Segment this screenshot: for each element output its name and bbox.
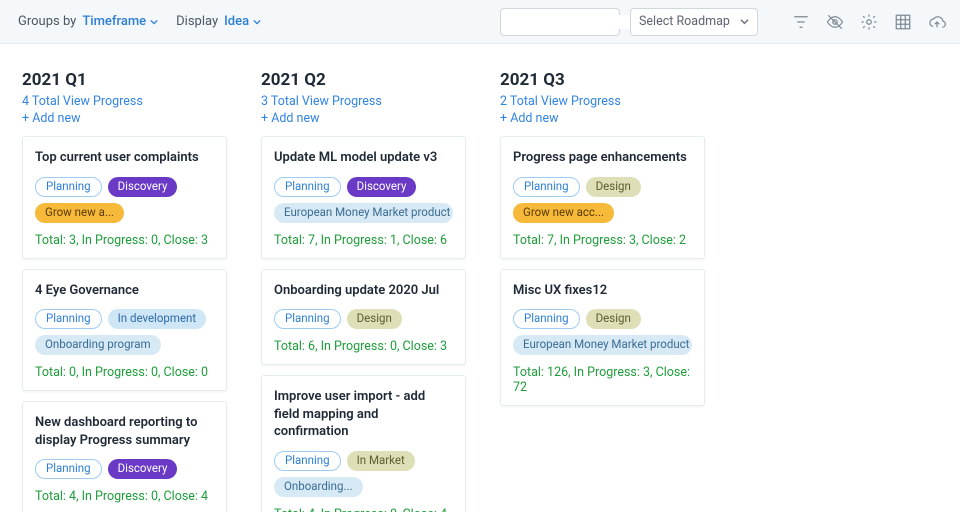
card-title: Onboarding update 2020 Jul — [274, 282, 453, 300]
tag[interactable]: Onboarding... — [274, 477, 363, 497]
column-meta: 3 Total View Progress — [261, 94, 466, 109]
card-tags: Planning Design — [274, 309, 453, 329]
tag[interactable]: Design — [347, 309, 402, 329]
topbar: Groups by Timeframe Display Idea Select … — [0, 0, 960, 44]
groups-by-value: Timeframe — [82, 14, 146, 29]
card-stats: Total: 7, In Progress: 3, Close: 2 — [513, 233, 692, 248]
search-box[interactable] — [500, 8, 620, 36]
column-meta: 4 Total View Progress — [22, 94, 227, 109]
board: 2021 Q1 4 Total View Progress + Add new Top… — [0, 44, 960, 512]
visibility-off-icon[interactable] — [826, 13, 844, 31]
card-title: 4 Eye Governance — [35, 282, 214, 300]
tag[interactable]: Discovery — [108, 177, 178, 197]
groups-by-control: Groups by Timeframe — [18, 14, 158, 29]
gear-icon[interactable] — [860, 13, 878, 31]
card-tags: Planning Discovery — [35, 459, 214, 479]
card-title: Update ML model update v3 — [274, 149, 453, 167]
card-tags: Planning Discovery Grow new a... — [35, 177, 214, 223]
display-label: Display — [176, 14, 218, 29]
card-tags: Planning In Market Onboarding... — [274, 451, 453, 497]
column: 2021 Q2 3 Total View Progress + Add new Upd… — [261, 70, 466, 512]
tag[interactable]: Grow new acc... — [513, 203, 614, 223]
tag[interactable]: In Market — [347, 451, 415, 471]
tag[interactable]: Design — [586, 309, 641, 329]
card[interactable]: Improve user import - add field mapping … — [261, 375, 466, 512]
column-total: 4 Total — [22, 94, 60, 109]
column-title: 2021 Q2 — [261, 70, 466, 90]
column-meta: 2 Total View Progress — [500, 94, 705, 109]
card[interactable]: 4 Eye Governance Planning In development On… — [22, 269, 227, 392]
view-progress-link[interactable]: View Progress — [541, 94, 621, 109]
card-stats: Total: 3, In Progress: 0, Close: 3 — [35, 233, 214, 248]
view-progress-link[interactable]: View Progress — [63, 94, 143, 109]
tag[interactable]: Onboarding program — [35, 335, 161, 355]
card[interactable]: Onboarding update 2020 Jul Planning Design… — [261, 269, 466, 366]
tag[interactable]: European Money Market product — [513, 335, 692, 355]
card-stats: Total: 126, In Progress: 3, Close: 72 — [513, 365, 692, 395]
add-new-button[interactable]: + Add new — [261, 111, 319, 126]
select-roadmap-label: Select Roadmap — [639, 14, 730, 29]
card-title: New dashboard reporting to display Progr… — [35, 414, 214, 449]
chevron-down-icon — [740, 17, 749, 26]
display-dropdown[interactable]: Idea — [224, 14, 261, 29]
card-tags: Planning Design European Money Market prod… — [513, 309, 692, 355]
tag[interactable]: Discovery — [347, 177, 417, 197]
card-tags: Planning In development Onboarding program — [35, 309, 214, 355]
card[interactable]: New dashboard reporting to display Progr… — [22, 401, 227, 512]
tag[interactable]: European Money Market product — [274, 203, 453, 223]
chevron-down-icon — [150, 18, 158, 26]
tag[interactable]: Planning — [35, 459, 102, 479]
tag[interactable]: Planning — [35, 177, 102, 197]
tag[interactable]: In development — [108, 309, 207, 329]
card[interactable]: Top current user complaints Planning Disco… — [22, 136, 227, 259]
column-total: 3 Total — [261, 94, 299, 109]
display-control: Display Idea — [176, 14, 261, 29]
view-progress-link[interactable]: View Progress — [302, 94, 382, 109]
groups-by-label: Groups by — [18, 14, 76, 29]
tag[interactable]: Planning — [274, 451, 341, 471]
groups-by-dropdown[interactable]: Timeframe — [82, 14, 158, 29]
tag[interactable]: Discovery — [108, 459, 178, 479]
display-value: Idea — [224, 14, 249, 29]
toolbar-icons — [792, 13, 946, 31]
add-new-button[interactable]: + Add new — [22, 111, 80, 126]
card-title: Improve user import - add field mapping … — [274, 388, 453, 441]
cloud-upload-icon[interactable] — [928, 13, 946, 31]
column-title: 2021 Q1 — [22, 70, 227, 90]
card-tags: Planning Discovery European Money Market p… — [274, 177, 453, 223]
tag[interactable]: Planning — [513, 309, 580, 329]
column-total: 2 Total — [500, 94, 538, 109]
tag[interactable]: Design — [586, 177, 641, 197]
column-title: 2021 Q3 — [500, 70, 705, 90]
card[interactable]: Misc UX fixes12 Planning Design European Mo… — [500, 269, 705, 407]
card-stats: Total: 6, In Progress: 0, Close: 3 — [274, 339, 453, 354]
tag[interactable]: Planning — [274, 309, 341, 329]
filter-icon[interactable] — [792, 13, 810, 31]
card-stats: Total: 4, In Progress: 0, Close: 4 — [274, 507, 453, 512]
add-new-button[interactable]: + Add new — [500, 111, 558, 126]
column: 2021 Q1 4 Total View Progress + Add new Top… — [22, 70, 227, 512]
card-stats: Total: 4, In Progress: 0, Close: 4 — [35, 489, 214, 504]
chevron-down-icon — [253, 18, 261, 26]
card-title: Misc UX fixes12 — [513, 282, 692, 300]
card-stats: Total: 0, In Progress: 0, Close: 0 — [35, 365, 214, 380]
card-stats: Total: 7, In Progress: 1, Close: 6 — [274, 233, 453, 248]
tag[interactable]: Planning — [513, 177, 580, 197]
tag[interactable]: Planning — [274, 177, 341, 197]
card[interactable]: Update ML model update v3 Planning Discove… — [261, 136, 466, 259]
card-title: Progress page enhancements — [513, 149, 692, 167]
select-roadmap-dropdown[interactable]: Select Roadmap — [630, 8, 758, 36]
card-title: Top current user complaints — [35, 149, 214, 167]
tag[interactable]: Grow new a... — [35, 203, 124, 223]
column: 2021 Q3 2 Total View Progress + Add new Pro… — [500, 70, 705, 416]
card[interactable]: Progress page enhancements Planning Design… — [500, 136, 705, 259]
grid-icon[interactable] — [894, 13, 912, 31]
tag[interactable]: Planning — [35, 309, 102, 329]
card-tags: Planning Design Grow new acc... — [513, 177, 692, 223]
